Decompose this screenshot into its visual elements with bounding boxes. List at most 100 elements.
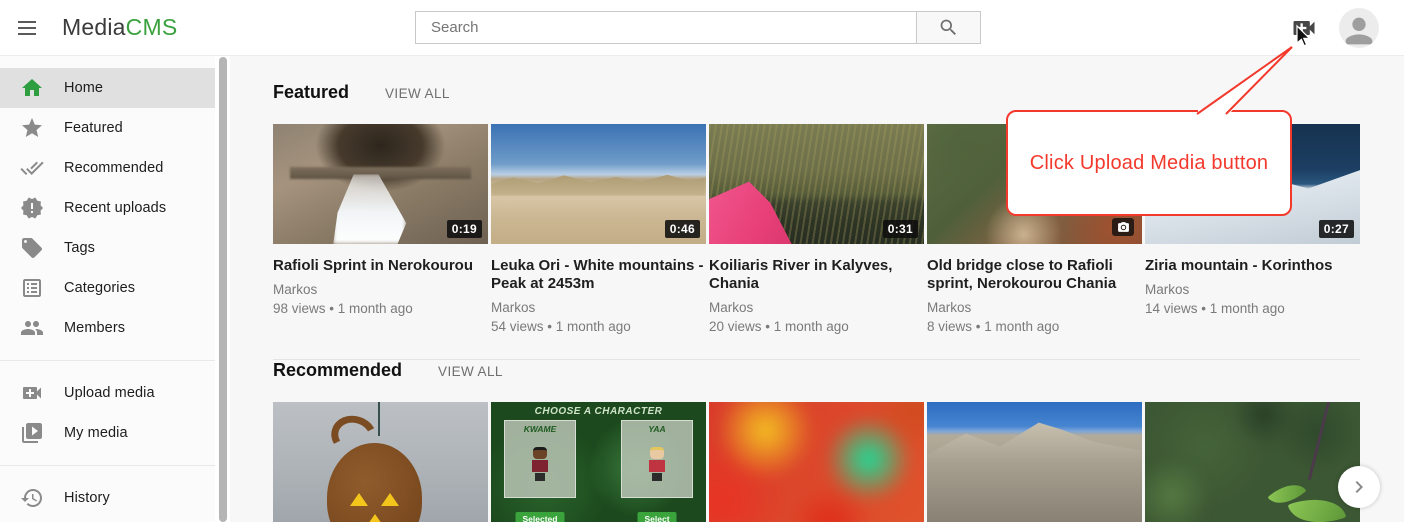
character-panel: YAASelect xyxy=(621,420,693,498)
hanging-string xyxy=(378,402,380,436)
camera-icon xyxy=(1117,221,1130,234)
search-button[interactable] xyxy=(916,11,981,44)
waterfall-shape xyxy=(333,174,406,244)
video-thumbnail[interactable]: 0:31 xyxy=(709,124,924,244)
media-title[interactable]: Koiliaris River in Kalyves, Chania xyxy=(709,257,924,293)
media-author[interactable]: Markos xyxy=(709,299,924,316)
done-all-icon xyxy=(20,156,44,180)
section-recommended: Recommended VIEW ALL CHOOSE A CHARACTER KWA… xyxy=(273,360,1404,522)
sidebar-scrollbar[interactable] xyxy=(219,57,227,522)
rocky-ridge xyxy=(927,414,1142,522)
cards-row: CHOOSE A CHARACTERKWAMESelectedYAASelect xyxy=(273,402,1404,522)
tag-icon xyxy=(20,236,44,260)
video-thumbnail[interactable]: 0:19 xyxy=(273,124,488,244)
search-input[interactable] xyxy=(415,11,916,44)
media-card[interactable]: 0:31 Koiliaris River in Kalyves, Chania Ma… xyxy=(709,124,924,335)
duration-badge: 0:31 xyxy=(883,220,918,238)
video-thumbnail[interactable]: 0:46 xyxy=(491,124,706,244)
sprite-torso xyxy=(649,460,665,472)
video-thumbnail[interactable] xyxy=(709,402,924,522)
sidebar-item-label: Featured xyxy=(64,120,123,136)
sidebar-item-members[interactable]: Members xyxy=(0,308,215,348)
sidebar-group: Home Featured Recommended Recent uploads Tag… xyxy=(0,56,215,360)
sidebar-item-history[interactable]: History xyxy=(0,478,215,518)
carousel-next-button[interactable] xyxy=(1338,466,1380,508)
sidebar-item-categories[interactable]: Categories xyxy=(0,268,215,308)
media-meta: 20 views • 1 month ago xyxy=(709,318,924,335)
character-sprite xyxy=(649,447,665,481)
media-card[interactable]: 0:19 Rafioli Sprint in Nerokourou Markos 98… xyxy=(273,124,488,335)
photo-badge xyxy=(1112,218,1134,236)
video-thumbnail[interactable] xyxy=(1145,402,1360,522)
sidebar-item-recommended[interactable]: Recommended xyxy=(0,148,215,188)
avatar[interactable] xyxy=(1339,8,1379,48)
top-bar: MediaCMS xyxy=(0,0,1404,56)
sidebar-item-label: Categories xyxy=(64,280,135,296)
pumpkin-eye xyxy=(381,493,399,506)
duration-badge: 0:19 xyxy=(447,220,482,238)
search-icon xyxy=(938,17,959,38)
duration-badge: 0:27 xyxy=(1319,220,1354,238)
sidebar-item-tags[interactable]: Tags xyxy=(0,228,215,268)
menu-button[interactable] xyxy=(14,15,40,41)
media-card[interactable] xyxy=(1145,402,1360,522)
sidebar-group: Upload mediaMy media xyxy=(0,360,215,465)
members-icon xyxy=(20,316,44,340)
sidebar-item-my-media[interactable]: My media xyxy=(0,413,215,453)
video-thumbnail[interactable] xyxy=(273,402,488,522)
new-releases-icon xyxy=(20,196,44,220)
sprite-head xyxy=(533,447,547,459)
pink-kayak-shape xyxy=(709,182,842,244)
character-select-button: Select xyxy=(637,512,676,522)
home-icon xyxy=(20,76,44,100)
media-author[interactable]: Markos xyxy=(273,281,488,298)
character-name: YAA xyxy=(622,424,692,434)
media-meta: 98 views • 1 month ago xyxy=(273,300,488,317)
media-title[interactable]: Leuka Ori - White mountains - Peak at 24… xyxy=(491,257,706,293)
media-title[interactable]: Rafioli Sprint in Nerokourou xyxy=(273,257,488,275)
video-thumbnail[interactable] xyxy=(927,402,1142,522)
sidebar-item-featured[interactable]: Featured xyxy=(0,108,215,148)
media-card[interactable] xyxy=(709,402,924,522)
view-all-button[interactable]: VIEW ALL xyxy=(385,86,450,101)
media-author[interactable]: Markos xyxy=(927,299,1142,316)
history-icon xyxy=(20,486,44,510)
media-card[interactable]: CHOOSE A CHARACTERKWAMESelectedYAASelect xyxy=(491,402,706,522)
view-all-button[interactable]: VIEW ALL xyxy=(438,364,503,379)
stone-ledge xyxy=(290,167,471,179)
sidebar-item-recent-uploads[interactable]: Recent uploads xyxy=(0,188,215,228)
media-author[interactable]: Markos xyxy=(491,299,706,316)
video-thumbnail[interactable]: CHOOSE A CHARACTERKWAMESelectedYAASelect xyxy=(491,402,706,522)
game-title-text: CHOOSE A CHARACTER xyxy=(491,406,706,417)
section-header: Recommended VIEW ALL xyxy=(273,360,1404,382)
media-title[interactable]: Ziria mountain - Korinthos xyxy=(1145,257,1360,275)
character-panel: KWAMESelected xyxy=(504,420,576,498)
sidebar-group: History xyxy=(0,465,215,522)
sprite-legs xyxy=(535,473,545,481)
sidebar-item-label: Members xyxy=(64,320,125,336)
sidebar: Home Featured Recommended Recent uploads Tag… xyxy=(0,56,215,522)
section-header: FeaturedVIEW ALL xyxy=(273,82,1404,104)
star-icon xyxy=(20,116,44,140)
media-card[interactable] xyxy=(273,402,488,522)
media-title[interactable]: Old bridge close to Rafioli sprint, Nero… xyxy=(927,257,1142,293)
pumpkin-eye xyxy=(350,493,368,506)
person-icon xyxy=(1339,11,1379,48)
sprite-head xyxy=(650,447,664,459)
media-card[interactable]: 0:46 Leuka Ori - White mountains - Peak a… xyxy=(491,124,706,335)
mountain-ridge xyxy=(491,170,706,196)
logo-text-dark: Media xyxy=(62,14,126,40)
section-title: Recommended xyxy=(273,360,402,381)
sidebar-item-upload-media[interactable]: Upload media xyxy=(0,373,215,413)
media-author[interactable]: Markos xyxy=(1145,281,1360,298)
sidebar-item-home[interactable]: Home xyxy=(0,68,215,108)
upload-media-button[interactable] xyxy=(1289,14,1319,42)
video-call-icon xyxy=(1290,14,1318,42)
tutorial-callout-text: Click Upload Media button xyxy=(1030,152,1268,175)
sidebar-item-label: Recent uploads xyxy=(64,200,166,216)
hamburger-icon xyxy=(14,21,40,35)
video-call-icon xyxy=(20,381,44,405)
media-card[interactable] xyxy=(927,402,1142,522)
sidebar-item-label: History xyxy=(64,490,110,506)
logo[interactable]: MediaCMS xyxy=(62,14,177,41)
